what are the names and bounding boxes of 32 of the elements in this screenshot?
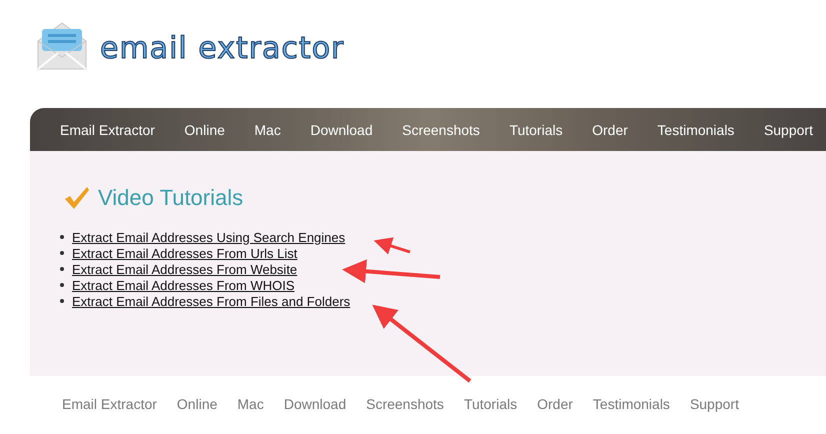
tutorial-link[interactable]: Extract Email Addresses From WHOIS	[72, 278, 294, 292]
footer-link[interactable]: Online	[176, 396, 218, 412]
bullet-icon	[60, 283, 64, 287]
tutorial-link[interactable]: Extract Email Addresses From Website	[72, 262, 298, 276]
checkmark-icon	[64, 186, 90, 210]
logo-text: email extractor	[100, 30, 344, 66]
nav-link[interactable]: Email Extractor	[60, 122, 155, 138]
arrow-drawing	[374, 237, 410, 254]
section-title: Video Tutorials	[98, 185, 244, 211]
footer-link[interactable]: Mac	[237, 396, 264, 412]
footer-link[interactable]: Order	[537, 396, 573, 412]
bullet-icon	[60, 299, 64, 303]
nav-link[interactable]: Testimonials	[657, 122, 734, 138]
tutorial-link[interactable]: Extract Email Addresses From Files and Folders	[72, 294, 350, 308]
tutorial-link[interactable]: Extract Email Addresses From Urls List	[72, 246, 298, 260]
nav-link[interactable]: Screenshots	[402, 122, 480, 138]
nav-link[interactable]: Support	[764, 122, 813, 138]
nav-link[interactable]: Tutorials	[509, 122, 563, 138]
tutorial-link[interactable]: Extract Email Addresses Using Search Engines	[72, 230, 346, 244]
nav-link[interactable]: Order	[592, 122, 628, 138]
nav-link[interactable]: Online	[184, 122, 225, 138]
footer-link[interactable]: Screenshots	[366, 396, 444, 412]
footer-link[interactable]: Download	[284, 396, 346, 412]
footer-link[interactable]: Testimonials	[592, 396, 670, 412]
bullet-icon	[60, 267, 64, 271]
bullet-icon	[60, 235, 64, 239]
nav-link[interactable]: Download	[310, 122, 373, 138]
nav-link[interactable]: Mac	[254, 122, 281, 138]
bullet-icon	[60, 251, 64, 255]
footer-link[interactable]: Tutorials	[464, 396, 518, 412]
footer-link[interactable]: Email Extractor	[62, 396, 157, 412]
footer-link[interactable]: Support	[690, 396, 739, 412]
